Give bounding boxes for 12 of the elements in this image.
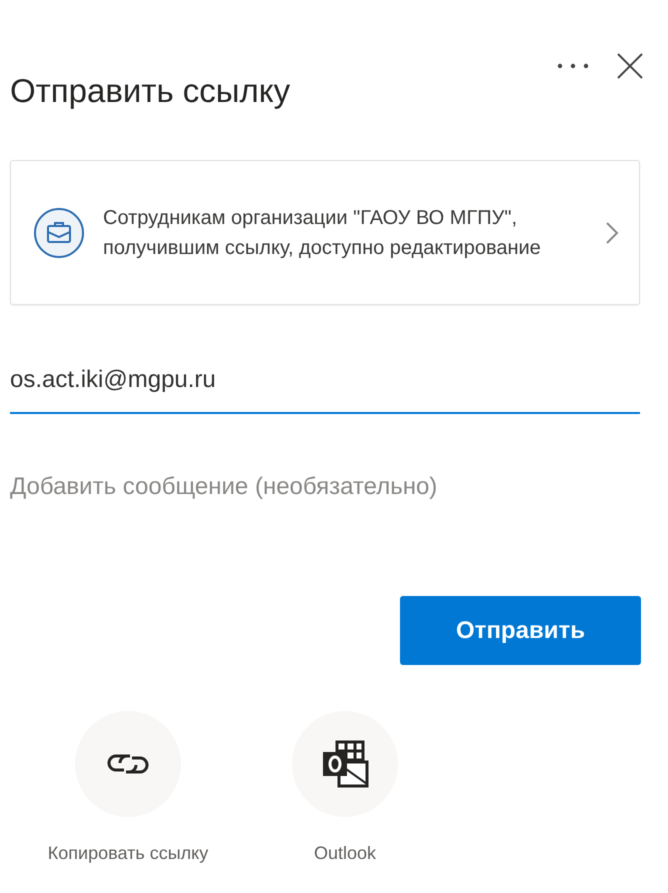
recipient-field[interactable]: os.act.iki@mgpu.ru xyxy=(10,360,640,414)
briefcase-icon xyxy=(33,206,85,258)
dialog-title: Отправить ссылку xyxy=(10,72,290,110)
send-button[interactable]: Отправить xyxy=(400,596,641,665)
link-settings-text: Сотрудникам организации "ГАОУ ВО МГПУ", получившим ссылку, доступно редактирование xyxy=(103,206,542,260)
share-option-label: Outlook xyxy=(314,843,376,864)
more-icon[interactable] xyxy=(556,61,590,71)
link-settings-card[interactable]: Сотрудникам организации "ГАОУ ВО МГПУ", получившим ссылку, доступно редактирование xyxy=(10,160,640,305)
share-option-label: Копировать ссылку xyxy=(48,843,208,864)
message-field[interactable]: Добавить сообщение (необязательно) xyxy=(10,465,640,509)
close-icon[interactable] xyxy=(616,52,644,80)
chevron-right-icon xyxy=(605,220,619,244)
